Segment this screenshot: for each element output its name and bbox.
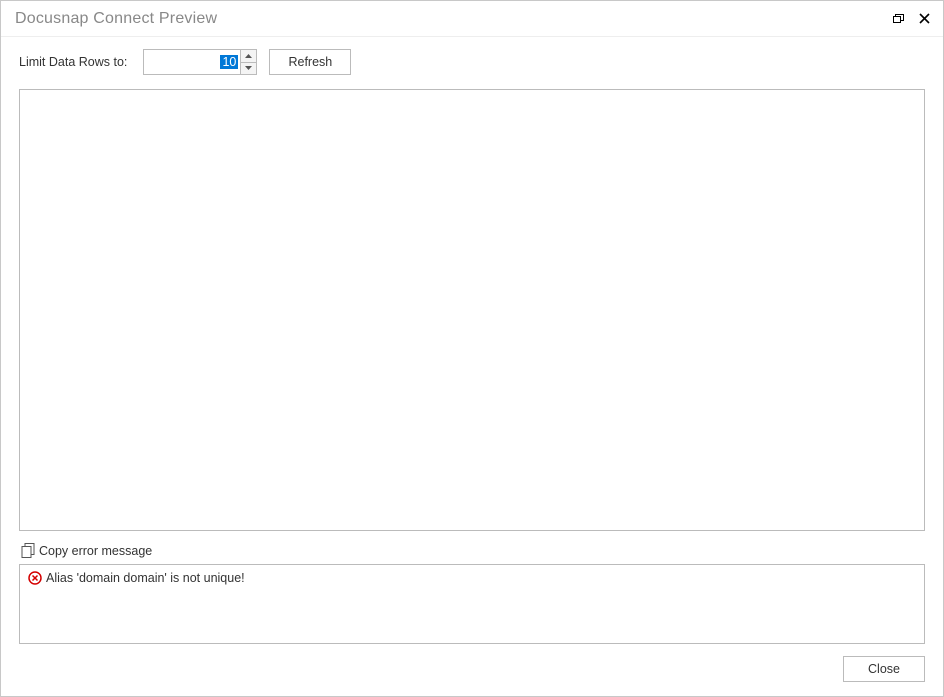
controls-row: Limit Data Rows to: 10 Refresh — [19, 49, 925, 75]
refresh-button[interactable]: Refresh — [269, 49, 351, 75]
maximize-icon — [893, 14, 904, 23]
chevron-down-icon — [245, 66, 252, 70]
stepper-controls — [240, 50, 256, 74]
stepper-up-button[interactable] — [241, 50, 256, 63]
error-line: Alias 'domain domain' is not unique! — [28, 571, 916, 585]
maximize-button[interactable] — [889, 10, 907, 28]
limit-rows-value[interactable]: 10 — [144, 50, 240, 74]
preview-grid — [19, 89, 925, 531]
error-message-text: Alias 'domain domain' is not unique! — [46, 571, 245, 585]
stepper-down-button[interactable] — [241, 63, 256, 75]
limit-rows-stepper[interactable]: 10 — [143, 49, 257, 75]
close-button[interactable]: Close — [843, 656, 925, 682]
close-window-button[interactable] — [915, 10, 933, 28]
close-icon — [919, 13, 930, 24]
error-message-box: Alias 'domain domain' is not unique! — [19, 564, 925, 644]
window-controls — [889, 10, 933, 28]
content-area: Limit Data Rows to: 10 Refresh — [1, 37, 943, 696]
chevron-up-icon — [245, 54, 252, 58]
copy-error-button[interactable]: Copy error message — [21, 543, 152, 558]
copy-icon — [21, 543, 35, 558]
error-icon — [28, 571, 42, 585]
limit-rows-label: Limit Data Rows to: — [19, 55, 131, 69]
titlebar: Docusnap Connect Preview — [1, 1, 943, 37]
window-title: Docusnap Connect Preview — [15, 10, 217, 28]
footer: Close — [19, 656, 925, 682]
copy-error-label: Copy error message — [39, 544, 152, 558]
